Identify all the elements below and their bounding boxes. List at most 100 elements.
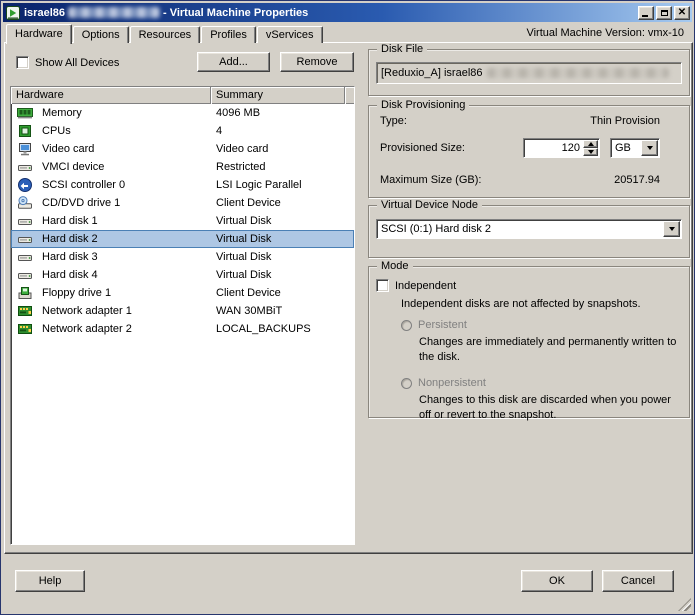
type-value: Thin Provision: [590, 115, 660, 127]
memory-icon: [17, 105, 33, 121]
persistent-radio[interactable]: Persistent: [401, 319, 467, 331]
titlebar: israel86 - Virtual Machine Properties ✕: [3, 3, 692, 22]
device-summary: Virtual Disk: [216, 233, 272, 245]
device-node-select[interactable]: SCSI (0:1) Hard disk 2: [376, 219, 682, 239]
hardware-row-hard-disk-4[interactable]: Hard disk 4 Virtual Disk: [11, 266, 354, 284]
help-button[interactable]: Help: [15, 570, 85, 592]
device-summary: WAN 30MBiT: [216, 305, 283, 317]
device-summary: Video card: [216, 143, 269, 155]
show-all-devices-box[interactable]: [16, 56, 29, 69]
independent-box[interactable]: [376, 279, 389, 292]
cpu-icon: [17, 123, 33, 139]
hardware-row-hard-disk-1[interactable]: Hard disk 1 Virtual Disk: [11, 212, 354, 230]
hardware-row-video-card[interactable]: Video card Video card: [11, 140, 354, 158]
tab-vservices[interactable]: vServices: [256, 26, 323, 43]
window-title: israel86 - Virtual Machine Properties: [24, 7, 308, 19]
provisioned-size-value[interactable]: 120: [524, 139, 583, 157]
hardware-row-vmci-device[interactable]: VMCI device Restricted: [11, 158, 354, 176]
device-label: Hard disk 4: [42, 269, 98, 281]
independent-checkbox[interactable]: Independent: [376, 279, 456, 292]
tab-options[interactable]: Options: [72, 26, 129, 43]
hardware-row-cpus[interactable]: CPUs 4: [11, 122, 354, 140]
hardware-row-hard-disk-2[interactable]: Hard disk 2 Virtual Disk: [11, 230, 354, 248]
device-summary: Virtual Disk: [216, 251, 272, 263]
hardware-row-network-adapter-2[interactable]: Network adapter 2 LOCAL_BACKUPS: [11, 320, 354, 338]
independent-label: Independent: [395, 279, 457, 292]
resize-grip[interactable]: [678, 598, 691, 611]
size-increment-button[interactable]: [583, 140, 598, 148]
provisioned-size-spinner: [583, 140, 598, 156]
hardware-list-header: Hardware Summary: [11, 87, 354, 104]
tab-strip: Hardware Options Resources Profiles vService…: [6, 23, 324, 44]
dropdown-arrow-icon: [646, 146, 653, 150]
disk-provisioning-legend: Disk Provisioning: [377, 99, 470, 111]
close-icon: ✕: [677, 6, 687, 18]
tab-resources[interactable]: Resources: [129, 26, 201, 43]
redacted-disk-path: [486, 68, 669, 78]
device-summary: Restricted: [216, 161, 266, 173]
hardware-tab-page: Show All Devices Add... Remove Hardware …: [4, 42, 693, 554]
hardware-list[interactable]: Hardware Summary Memory 4096 MB CPUs 4 Video…: [10, 86, 355, 545]
unit-dropdown-button[interactable]: [641, 140, 658, 156]
device-label: Hard disk 1: [42, 215, 98, 227]
cancel-button[interactable]: Cancel: [602, 570, 674, 592]
device-label: Floppy drive 1: [42, 287, 112, 299]
maximize-button[interactable]: [656, 5, 672, 20]
device-label: Hard disk 2: [42, 233, 98, 245]
provisioned-size-label: Provisioned Size:: [380, 142, 465, 154]
device-summary: 4096 MB: [216, 107, 261, 119]
virtual-device-node-legend: Virtual Device Node: [377, 199, 483, 211]
hard-disk-icon: [17, 267, 33, 283]
disk-file-field: [Reduxio_A] israel86: [376, 62, 682, 84]
redacted-title-text: [67, 7, 160, 18]
device-label: Video card: [42, 143, 95, 155]
persistent-desc: Changes are immediately and permanently …: [419, 336, 677, 363]
hardware-row-floppy-drive-1[interactable]: Floppy drive 1 Client Device: [11, 284, 354, 302]
scsi-controller-icon: [17, 177, 33, 193]
nonpersistent-radio[interactable]: Nonpersistent: [401, 377, 486, 389]
mode-legend: Mode: [377, 260, 413, 272]
column-header-summary[interactable]: Summary: [211, 87, 345, 104]
window-title-suffix: - Virtual Machine Properties: [162, 6, 309, 19]
network-adapter-icon: [17, 303, 33, 319]
device-summary: LOCAL_BACKUPS: [216, 323, 311, 335]
column-header-hardware[interactable]: Hardware: [11, 87, 211, 104]
tab-hardware[interactable]: Hardware: [6, 24, 72, 44]
hardware-row-network-adapter-1[interactable]: Network adapter 1 WAN 30MBiT: [11, 302, 354, 320]
video-card-icon: [17, 141, 33, 157]
dropdown-arrow-icon: [668, 227, 675, 231]
show-all-devices-checkbox[interactable]: Show All Devices: [16, 56, 119, 69]
close-button[interactable]: ✕: [674, 5, 690, 20]
hardware-row-scsi-controller-0[interactable]: SCSI controller 0 LSI Logic Parallel: [11, 176, 354, 194]
device-label: SCSI controller 0: [42, 179, 126, 191]
minimize-button[interactable]: [638, 5, 654, 20]
nonpersistent-radio-circle[interactable]: [401, 377, 412, 389]
maximize-icon: [660, 9, 668, 16]
remove-device-button[interactable]: Remove: [280, 52, 354, 72]
type-label: Type:: [380, 115, 407, 127]
unit-select[interactable]: GB: [610, 138, 660, 158]
vm-properties-dialog: israel86 - Virtual Machine Properties ✕ …: [0, 0, 695, 615]
device-node-dropdown-button[interactable]: [663, 221, 680, 237]
down-arrow-icon: [587, 150, 594, 154]
window-controls: ✕: [638, 5, 690, 20]
hard-disk-icon: [17, 213, 33, 229]
device-node-value: SCSI (0:1) Hard disk 2: [381, 223, 492, 235]
device-summary: Client Device: [216, 197, 281, 209]
add-device-button[interactable]: Add...: [197, 52, 270, 72]
column-header-filler: [345, 87, 354, 104]
hardware-row-hard-disk-3[interactable]: Hard disk 3 Virtual Disk: [11, 248, 354, 266]
tab-profiles[interactable]: Profiles: [201, 26, 256, 43]
persistent-radio-circle[interactable]: [401, 319, 412, 331]
independent-note: Independent disks are not affected by sn…: [401, 298, 641, 310]
device-label: CD/DVD drive 1: [42, 197, 121, 209]
hardware-row-cd-dvd-drive-1[interactable]: CD/DVD drive 1 Client Device: [11, 194, 354, 212]
device-label: Hard disk 3: [42, 251, 98, 263]
size-decrement-button[interactable]: [583, 148, 598, 156]
ok-button[interactable]: OK: [521, 570, 593, 592]
hardware-row-memory[interactable]: Memory 4096 MB: [11, 104, 354, 122]
cd-dvd-icon: [17, 195, 33, 211]
hard-disk-icon: [17, 231, 33, 247]
up-arrow-icon: [587, 142, 594, 146]
provisioned-size-input[interactable]: 120: [523, 138, 600, 158]
